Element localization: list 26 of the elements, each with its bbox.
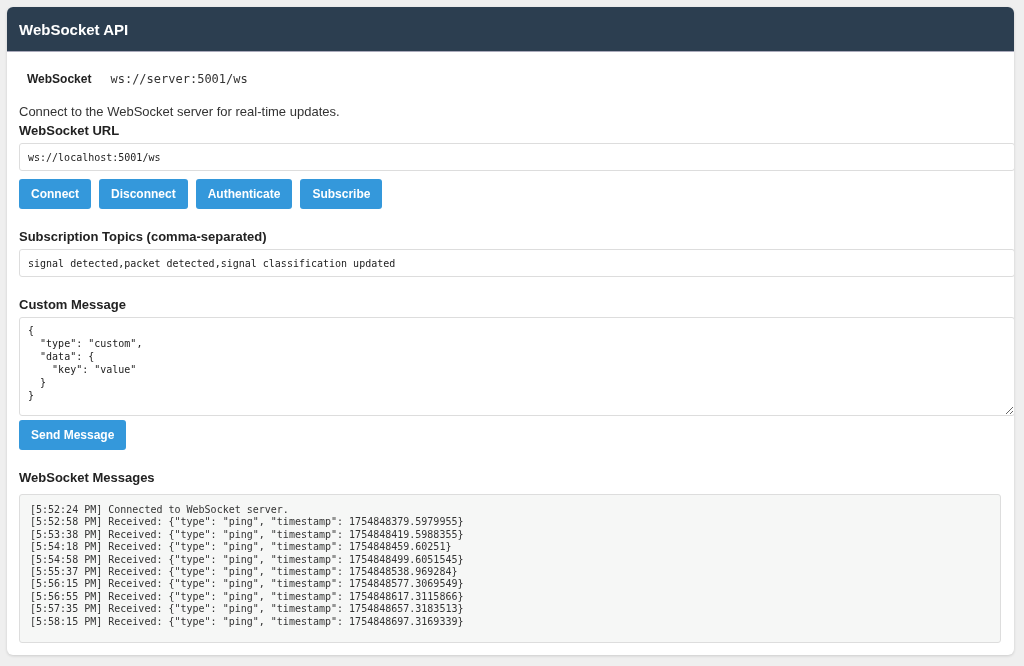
action-button[interactable]: Subscribe [300,179,383,209]
log-line: [5:52:58 PM] Received: {"type": "ping", "timestamp": 1754848379.5979955} [30,516,464,529]
log-line: [5:56:55 PM] Received: {"type": "ping", "timestamp": 1754848617.3115866} [30,590,464,604]
action-button[interactable]: Authenticate [195,179,293,209]
panel-title: WebSocket API [19,20,129,38]
endpoint-url: ws://server:5001/ws [110,72,248,86]
description-text: Connect to the WebSocket server for real-time updates. [19,104,340,119]
send-message-button[interactable]: Send Message [19,420,127,450]
field-label: WebSocket URL [19,123,120,138]
endpoint-label: WebSocket [27,72,92,86]
log-line: [5:52:24 PM] Connected to WebSocket server. [30,504,289,517]
action-button[interactable]: Disconnect [99,179,188,209]
log-line: [5:54:58 PM] Received: {"type": "ping", "timestamp": 1754848499.6051545} [30,553,464,567]
log-line: [5:54:18 PM] Received: {"type": "ping", "timestamp": 1754848459.60251} [30,541,452,554]
field-label: Custom Message [19,297,126,312]
log-line: [5:53:38 PM] Received: {"type": "ping", "timestamp": 1754848419.5988355} [30,528,464,542]
log-line: [5:55:37 PM] Received: {"type": "ping", "timestamp": 1754848538.969284} [30,566,458,579]
field-label: Subscription Topics (comma-separated) [19,229,267,244]
log-line: [5:57:35 PM] Received: {"type": "ping", "timestamp": 1754848657.3183513} [30,603,464,616]
url-input-field[interactable]: ws://localhost:5001/ws [19,143,1014,171]
log-line: [5:56:15 PM] Received: {"type": "ping", "timestamp": 1754848577.3069549} [30,578,464,591]
topics-input-field[interactable]: signal_detected,packet_detected,signal_classification_updated [19,249,1014,277]
log-line: [5:58:15 PM] Received: {"type": "ping", "timestamp": 1754848697.3169339} [30,615,464,629]
message-text-area[interactable]: { "type": "custom", "data": { "key": "value" } } [19,317,1014,416]
field-label: WebSocket Messages [19,470,155,485]
action-button[interactable]: Connect [19,179,91,209]
